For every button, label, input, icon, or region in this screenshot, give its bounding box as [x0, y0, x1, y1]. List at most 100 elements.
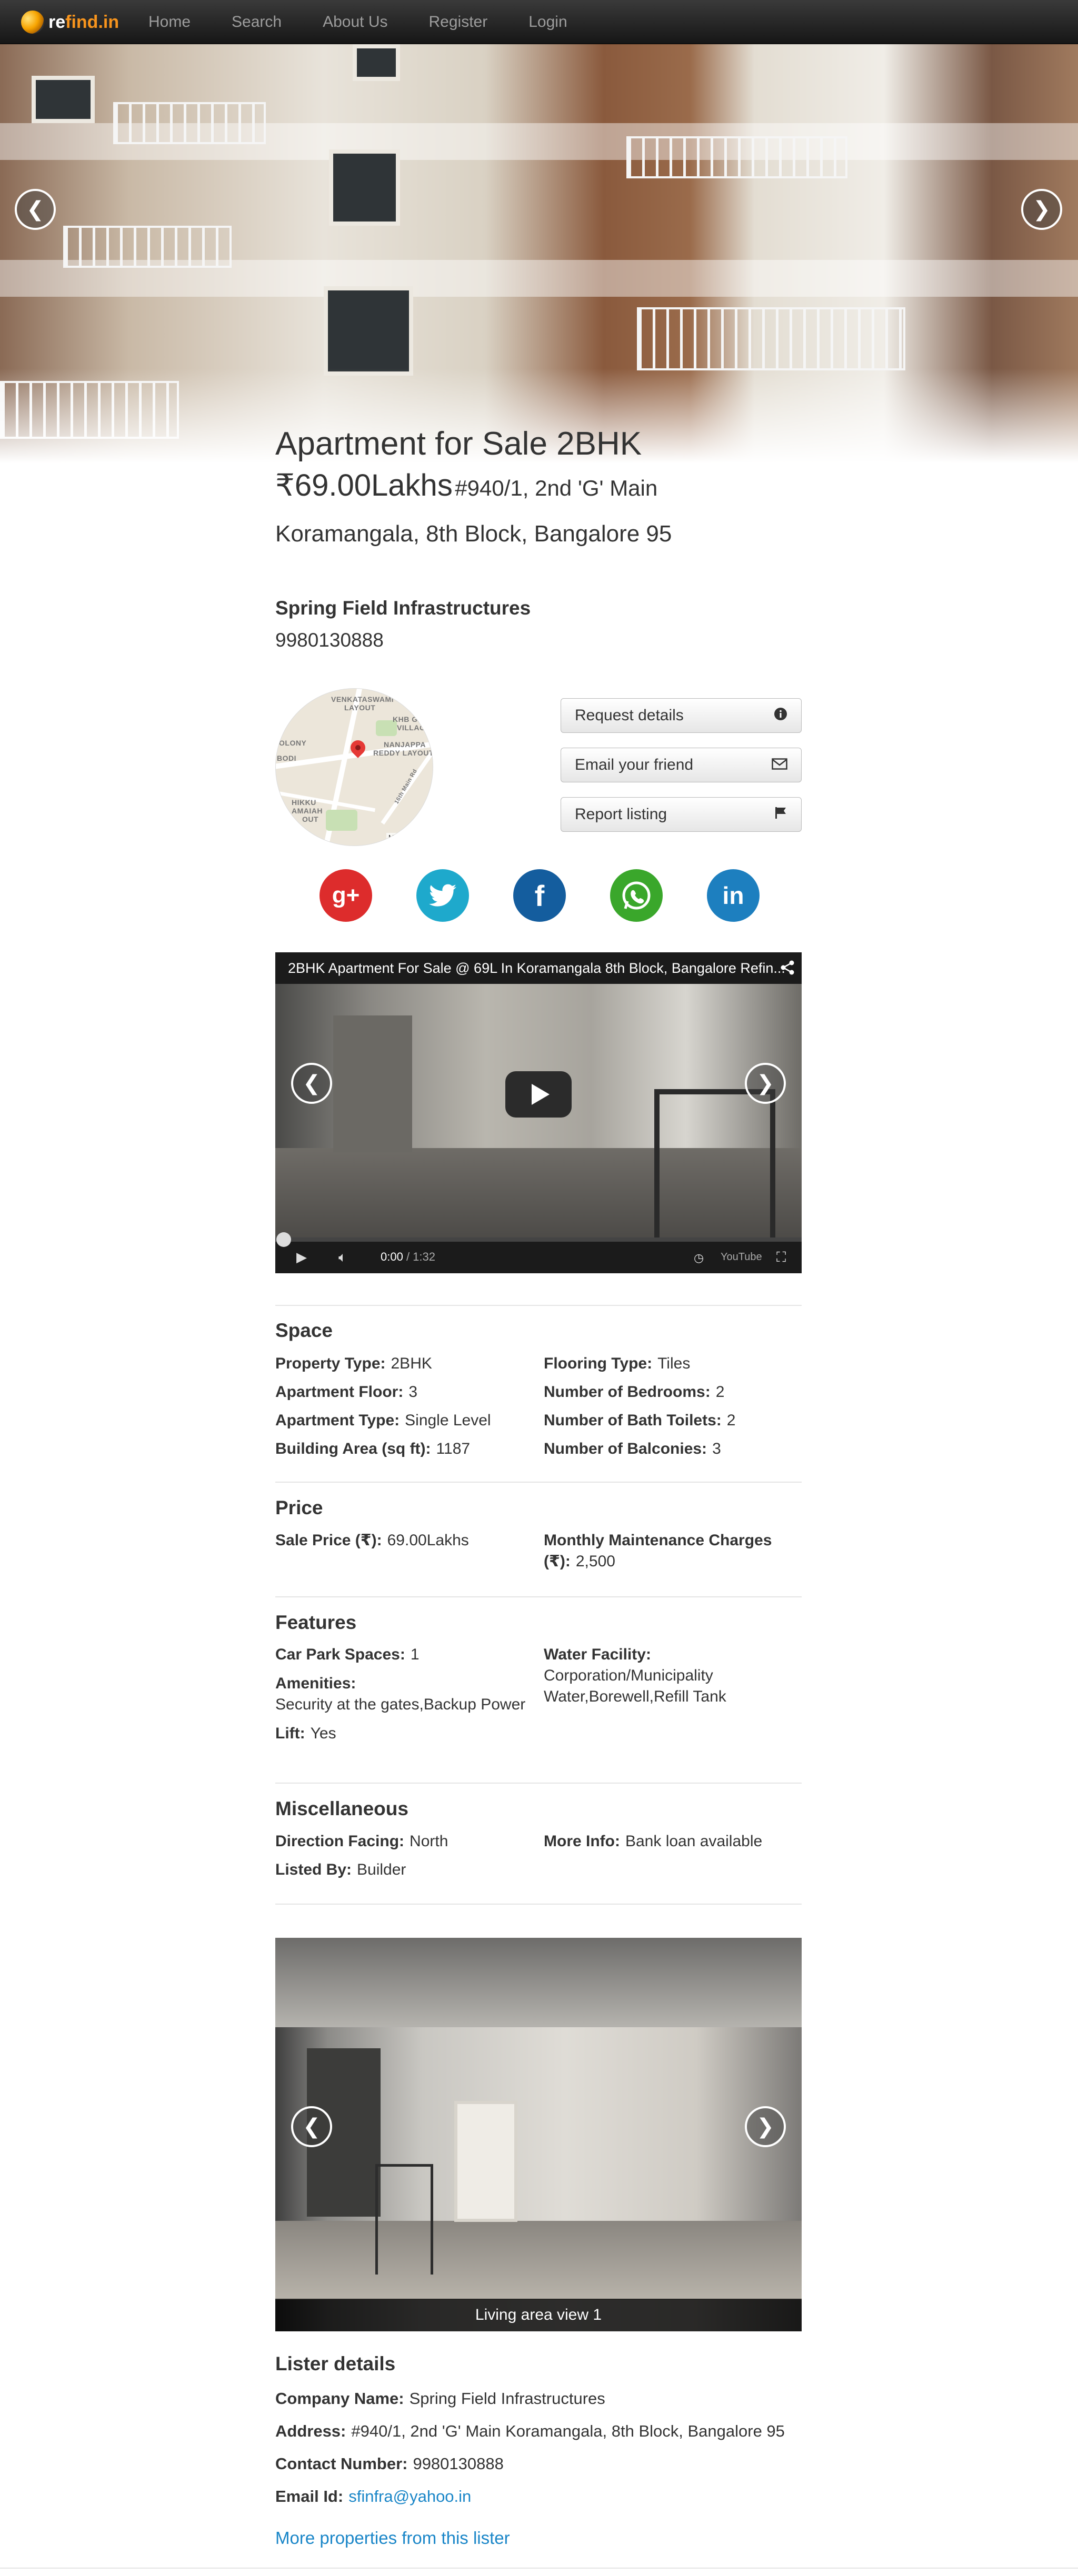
map-label: OUT	[302, 815, 319, 823]
building-window	[353, 44, 400, 81]
video-time: 0:00 / 1:32	[381, 1250, 435, 1263]
twitter-share-icon[interactable]	[416, 869, 469, 922]
video-title-bar: 2BHK Apartment For Sale @ 69L In Koraman…	[275, 952, 802, 984]
chevron-right-icon: ❯	[756, 1072, 774, 1095]
bedrooms-field: Number of Bedrooms: 2	[544, 1383, 725, 1401]
building-area-field: Building Area (sq ft): 1187	[275, 1440, 471, 1457]
map-label: HIKKU	[292, 798, 316, 807]
lister-email-link[interactable]: sfinfra@yahoo.in	[348, 2487, 471, 2505]
price-line: ₹69.00Lakhs #940/1, 2nd 'G' Main	[275, 467, 657, 503]
company-phone: 9980130888	[275, 629, 384, 651]
hero-next-arrow[interactable]: ❯	[1021, 189, 1062, 230]
listing-address-line2: Koramangala, 8th Block, Bangalore 95	[275, 521, 672, 547]
video-prev-arrow[interactable]: ❮	[291, 1063, 332, 1104]
video-doorway	[333, 1015, 412, 1152]
chevron-left-icon: ❮	[26, 198, 44, 221]
amenities-field: Amenities: Security at the gates,Backup P…	[275, 1675, 526, 1713]
map-label: OLONY	[279, 739, 307, 747]
listed-by-field: Listed By: Builder	[275, 1861, 406, 1878]
lister-details-title: Lister details	[275, 2353, 396, 2374]
map-label: VENKATASWAMI	[331, 695, 394, 703]
nav-item-search[interactable]: Search	[232, 13, 282, 31]
video-progress-bar[interactable]	[275, 1232, 802, 1247]
report-listing-button[interactable]: Report listing	[561, 797, 802, 832]
share-icon[interactable]	[780, 960, 795, 979]
lister-email-field: Email Id: sfinfra@yahoo.in	[275, 2487, 472, 2505]
volume-icon[interactable]: 🔈︎	[338, 1249, 347, 1266]
youtube-video-player[interactable]: 2BHK Apartment For Sale @ 69L In Koraman…	[275, 952, 802, 1273]
direction-facing-field: Direction Facing: North	[275, 1833, 448, 1850]
brand-logo-icon	[21, 11, 44, 34]
gallery-floor	[275, 2221, 802, 2300]
clock-icon[interactable]: ◷	[694, 1251, 704, 1265]
map-label: 16th Main Rd	[393, 768, 419, 806]
sale-price-field: Sale Price (₹): 69.00Lakhs	[275, 1532, 469, 1549]
video-progress-knob[interactable]	[276, 1232, 291, 1247]
nav-item-register[interactable]: Register	[429, 13, 488, 31]
video-title[interactable]: 2BHK Apartment For Sale @ 69L In Koraman…	[288, 960, 785, 977]
map-label: REDDY LAYOUT	[373, 749, 433, 757]
map-label: KHB GA	[393, 715, 424, 723]
email-friend-button[interactable]: Email your friend	[561, 748, 802, 782]
nav-item-home[interactable]: Home	[148, 13, 191, 31]
more-properties-link[interactable]: More properties from this lister	[275, 2528, 510, 2548]
photo-gallery[interactable]: ❮ ❯ Living area view 1	[275, 1938, 802, 2331]
facebook-share-icon[interactable]: f	[513, 869, 566, 922]
facebook-glyph: f	[534, 879, 545, 912]
brand-logo-link[interactable]: refind.in	[21, 9, 119, 35]
map-label: VILLAG	[397, 723, 426, 732]
hero-photo-carousel: ❮ ❯	[0, 44, 1078, 463]
youtube-logo[interactable]: YouTube	[721, 1251, 762, 1263]
balcony-railing	[637, 307, 905, 370]
map-credit: Map data ©	[386, 833, 426, 842]
balconies-field: Number of Balconies: 3	[544, 1440, 721, 1457]
brand-name: refind.in	[48, 12, 119, 32]
nav-item-about-us[interactable]: About Us	[323, 13, 387, 31]
twitter-bird-icon	[429, 884, 456, 907]
balcony-railing	[113, 102, 266, 144]
building-window	[324, 286, 413, 376]
linkedin-share-icon[interactable]: in	[707, 869, 760, 922]
building-window	[32, 76, 95, 123]
listing-address-line1: #940/1, 2nd 'G' Main	[455, 476, 658, 500]
video-next-arrow[interactable]: ❯	[745, 1063, 786, 1104]
request-details-button[interactable]: Request details	[561, 698, 802, 733]
play-button[interactable]	[505, 1071, 572, 1118]
location-map[interactable]: VENKATASWAMI LAYOUT KHB GA VILLAG OLONY …	[275, 688, 433, 846]
fullscreen-icon[interactable]: ⛶	[776, 1249, 786, 1266]
info-icon	[774, 707, 787, 724]
map-label: LAYOUT	[344, 703, 376, 712]
google-plus-share-icon[interactable]: g+	[320, 869, 372, 922]
map-label: AMAIAH	[292, 807, 323, 815]
price-section-title: Price	[275, 1497, 323, 1518]
gallery-doorway	[454, 2101, 517, 2222]
listing-title: Apartment for Sale 2BHK	[275, 426, 642, 462]
gallery-prev-arrow[interactable]: ❮	[291, 2106, 332, 2147]
lift-field: Lift: Yes	[275, 1725, 336, 1742]
play-control-icon[interactable]: ▶	[296, 1249, 307, 1265]
gallery-ladder	[375, 2164, 433, 2275]
divider	[275, 1305, 802, 1306]
gallery-next-arrow[interactable]: ❯	[745, 2106, 786, 2147]
flag-icon	[774, 806, 787, 823]
more-info-field: More Info: Bank loan available	[544, 1833, 763, 1850]
hero-prev-arrow[interactable]: ❮	[15, 189, 56, 230]
whatsapp-share-icon[interactable]	[610, 869, 663, 922]
chevron-right-icon: ❯	[1033, 198, 1051, 221]
lister-contact-field: Contact Number: 9980130888	[275, 2454, 504, 2473]
gallery-caption: Living area view 1	[275, 2299, 802, 2331]
report-listing-label: Report listing	[575, 806, 667, 823]
company-name: Spring Field Infrastructures	[275, 597, 531, 619]
apartment-type-field: Apartment Type: Single Level	[275, 1412, 491, 1429]
property-type-field: Property Type: 2BHK	[275, 1355, 432, 1372]
linkedin-glyph: in	[722, 882, 744, 909]
nav-item-login[interactable]: Login	[528, 13, 567, 31]
listing-price: ₹69.00Lakhs	[275, 468, 453, 502]
chevron-right-icon: ❯	[756, 2115, 774, 2138]
water-facility-field: Water Facility: Corporation/Municipality W…	[544, 1646, 726, 1705]
map-road	[276, 790, 376, 812]
top-navbar: refind.in Home Search About Us Register …	[0, 0, 1078, 44]
divider	[275, 1904, 802, 1905]
space-section-title: Space	[275, 1320, 333, 1341]
maintenance-charges-field: Monthly Maintenance Charges (₹): 2,500	[544, 1532, 772, 1570]
